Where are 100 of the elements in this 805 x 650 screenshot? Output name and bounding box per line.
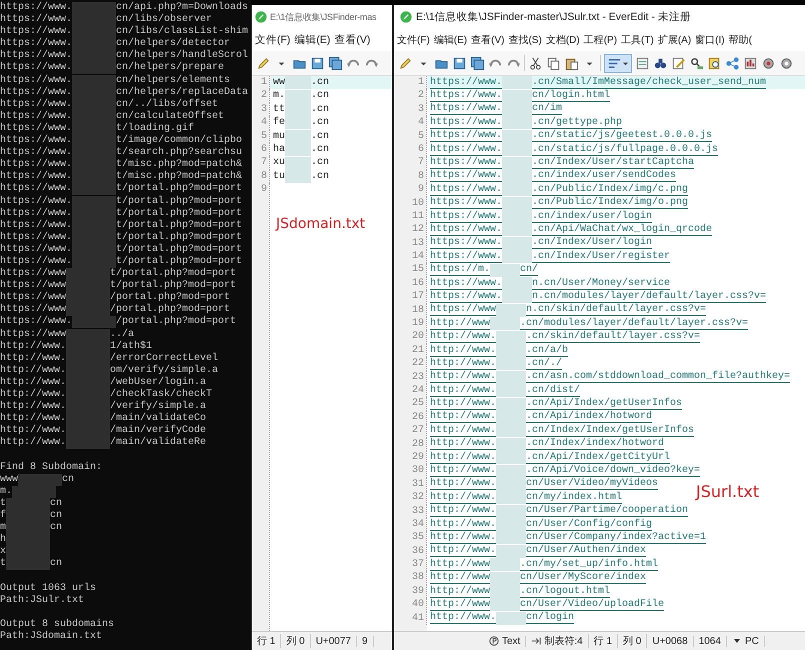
url-link[interactable]: .cn/gettype.php — [532, 116, 622, 129]
redaction-blur — [72, 2, 116, 14]
line-number: 3 — [394, 102, 427, 116]
panel-icon[interactable] — [635, 56, 650, 70]
terminal-line: cn/helpers/replaceData — [116, 86, 248, 98]
url-link[interactable]: .cn/skin/default/layer.css?v= — [526, 331, 700, 344]
menu-item[interactable]: 编辑(E) — [432, 33, 468, 47]
macro-icon[interactable] — [743, 56, 758, 70]
url-link[interactable]: cn/User/MyScore/index — [520, 572, 646, 584]
annotation-label: JSdomain.txt — [276, 216, 366, 232]
line-number: 4 — [252, 116, 270, 130]
url-link[interactable]: cn/User/Video/uploadFile — [520, 598, 664, 611]
terminal-line: https://www. — [0, 183, 72, 196]
terminal-line: https://www. — [0, 316, 72, 328]
new-file-icon[interactable] — [256, 56, 271, 70]
menu-item[interactable]: 查看(V) — [333, 33, 372, 47]
url-link[interactable]: cn/login.html — [532, 90, 610, 102]
url-link[interactable]: cn/my/index.html — [526, 492, 622, 504]
url-link[interactable]: cn/login — [526, 612, 574, 624]
terminal-line: https://www. — [0, 26, 72, 38]
url-link[interactable]: .cn/Api/Voice/down_video?key= — [526, 465, 700, 478]
menu-item[interactable]: 工程(P) — [582, 33, 618, 47]
menu-item[interactable]: 编辑(E) — [293, 33, 332, 47]
url-link[interactable]: .cn/Api/WaChat/wx_login_qrcode — [532, 224, 712, 236]
terminal-line: http://www. — [0, 364, 66, 376]
menu-item[interactable]: 查找(S) — [507, 33, 543, 47]
redaction-blur — [502, 156, 532, 170]
menu-item[interactable]: 帮助( — [728, 33, 753, 47]
menu-item[interactable]: 文件(F) — [254, 33, 292, 47]
line-number: 15 — [394, 263, 427, 277]
url-link[interactable]: .cn/Index/User/startCaptcha — [532, 157, 694, 170]
gear-icon[interactable] — [779, 56, 794, 70]
redaction-blur — [285, 156, 312, 170]
url-link[interactable]: .cn/Api/Index/getUserInfos — [526, 398, 682, 410]
menu-item[interactable]: 文档(D) — [544, 33, 581, 47]
cut-icon[interactable] — [528, 56, 543, 70]
new-file-icon[interactable] — [398, 56, 413, 70]
save-all-icon[interactable] — [328, 56, 343, 70]
status-item: 列 0 — [281, 634, 311, 648]
url-link[interactable]: .cn/Index/User/login — [532, 237, 652, 250]
redaction-blur — [6, 558, 50, 570]
url-link[interactable]: .cn/Public/Index/img/o.png — [532, 197, 688, 210]
replace-icon[interactable] — [689, 56, 704, 70]
url-link[interactable]: .cn/Public/Index/img/c.png — [532, 184, 688, 196]
find-file-icon[interactable] — [707, 56, 722, 70]
status-item: 行 1 — [252, 634, 282, 648]
status-item[interactable]: Text — [502, 636, 520, 646]
terminal-line: http://www. — [0, 401, 66, 412]
redaction-blur — [285, 130, 312, 143]
terminal-line: t/portal.php?mod=port — [116, 183, 242, 196]
menu-item[interactable]: 工具(T) — [620, 33, 655, 47]
terminal-line: https://www. — [0, 14, 72, 26]
status-item: U+0068 — [647, 636, 694, 646]
save-icon[interactable] — [452, 56, 467, 70]
url-link[interactable]: .cn/static/js/geetest.0.0.0.js — [532, 130, 712, 142]
status-item[interactable]: PC — [744, 636, 759, 646]
menu-item[interactable]: 扩展(A) — [656, 33, 692, 47]
url-link[interactable]: cn/User/Video/myVideos — [526, 478, 658, 490]
url-link[interactable]: cn/im — [532, 103, 562, 116]
terminal-line: http://www. — [0, 437, 66, 450]
url-link[interactable]: .cn/Index/index/hotword — [526, 438, 664, 450]
menu-item[interactable]: 查看(V) — [470, 33, 506, 47]
status-item[interactable]: 制表符:4 — [544, 634, 583, 648]
save-icon[interactable] — [310, 56, 325, 70]
redaction-blur — [496, 491, 526, 504]
redaction-blur — [502, 223, 532, 236]
gear-icon[interactable] — [761, 56, 776, 70]
terminal-line: t/loading.gif — [116, 122, 194, 134]
copy-icon[interactable] — [546, 56, 561, 70]
save-all-icon[interactable] — [470, 56, 485, 70]
redaction-blur — [285, 143, 312, 156]
share-icon[interactable] — [725, 56, 740, 70]
url-link[interactable]: cn/User/Company/index?active=1 — [526, 532, 706, 544]
url-link[interactable]: .cn/asn.com/stddownload_common_file?authkey= — [526, 371, 790, 384]
line-text: .cn — [311, 76, 330, 90]
terminal-line: https://www — [0, 328, 66, 340]
terminal-line: t/portal.php?mod=port — [116, 244, 242, 256]
word-wrap-button[interactable] — [604, 54, 632, 72]
line-text: .cn — [311, 156, 330, 170]
window-title: E:\1信息收集\JSFinder-mas — [270, 10, 376, 24]
edit-icon[interactable] — [671, 56, 686, 70]
terminal-line: http://www. — [0, 389, 66, 400]
url-link[interactable]: .cn/index/user/sendCodes — [532, 170, 676, 182]
terminal-line: cn/helpers/prepare — [116, 62, 224, 74]
url-link[interactable]: cn/User/Partime/cooperation — [526, 505, 688, 518]
url-link[interactable]: n.cn/modules/layer/default/layer.css?v= — [532, 290, 766, 303]
line-text: .cn — [311, 170, 330, 184]
url-link[interactable]: .cn/Index/Index/getUserInfos — [526, 424, 694, 437]
line-number: 11 — [394, 210, 427, 224]
redaction-blur — [72, 316, 116, 328]
url-link[interactable]: n.cn/skin/default/layer.css?v= — [526, 304, 706, 316]
url-link[interactable]: cn/ — [520, 264, 538, 276]
menu-item[interactable]: 文件(F) — [396, 33, 431, 47]
menu-item[interactable]: 窗口(I) — [694, 33, 726, 47]
redaction-blur — [496, 438, 526, 451]
url-link[interactable]: .cn/./ — [526, 358, 562, 370]
app-icon — [400, 11, 412, 23]
line-number: 13 — [394, 236, 427, 250]
url-link[interactable]: .cn/Api/index/hotword — [526, 411, 652, 424]
url-link[interactable]: cn/User/Authen/index — [526, 545, 646, 558]
